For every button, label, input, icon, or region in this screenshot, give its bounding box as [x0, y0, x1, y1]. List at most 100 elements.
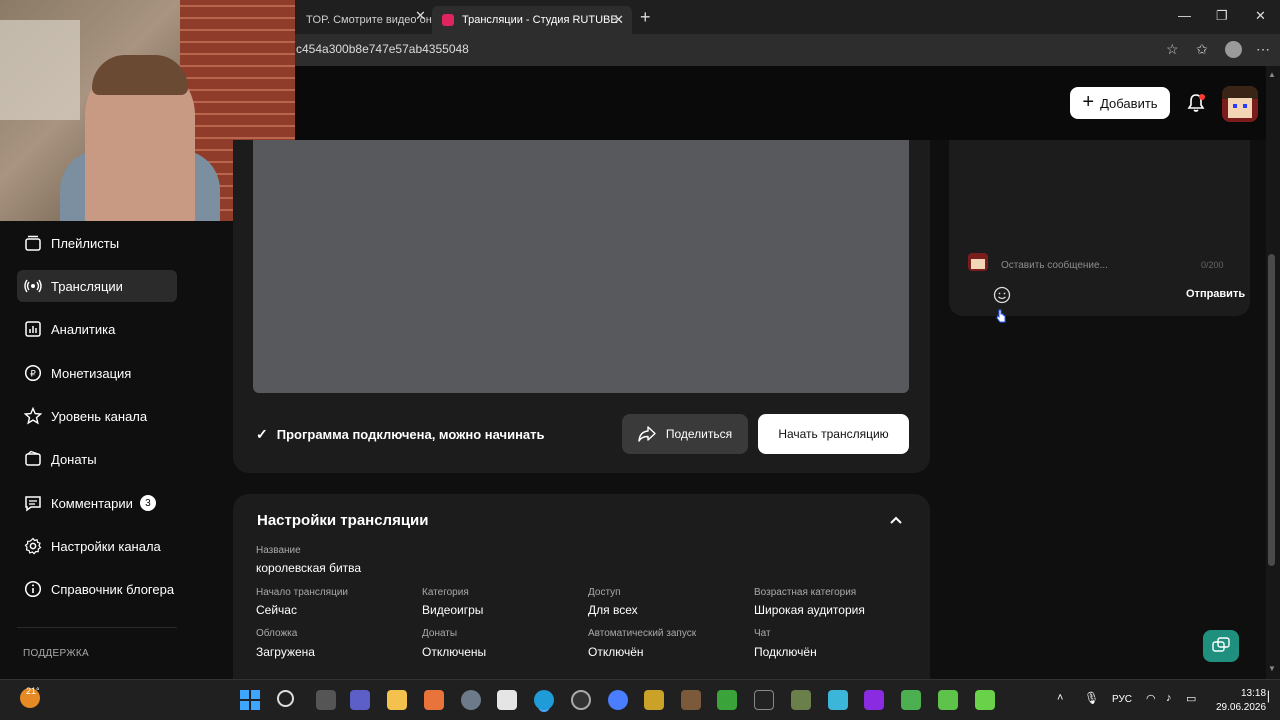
- send-button[interactable]: Отправить: [1186, 288, 1245, 300]
- comment-icon: [23, 493, 43, 513]
- store-icon[interactable]: [497, 690, 517, 710]
- edge-browser-icon[interactable]: [534, 690, 554, 710]
- sidebar-item-channel-level[interactable]: Уровень канала: [17, 400, 177, 432]
- sidebar-item-blogger-guide[interactable]: Справочник блогера: [17, 573, 177, 605]
- more-menu-icon[interactable]: ⋯: [1256, 41, 1270, 58]
- grass-block-icon[interactable]: [975, 690, 995, 710]
- stream-status-text: Программа подключена, можно начинать: [276, 427, 545, 442]
- info-icon: [23, 579, 43, 599]
- minecraft-icon[interactable]: [681, 690, 701, 710]
- sidebar-item-label: Аналитика: [51, 321, 116, 337]
- hand-cursor-icon: [996, 309, 1006, 323]
- field-value: Отключены: [422, 645, 487, 659]
- field-label: Категория: [422, 587, 469, 598]
- chat-bubble-icon: [1212, 637, 1230, 652]
- app-icon[interactable]: [754, 690, 774, 710]
- sidebar-item-label: Комментарии: [51, 495, 133, 511]
- comments-count-badge: 3: [139, 495, 156, 511]
- browser-tab-active[interactable]: Трансляции - Студия RUTUBE ✕: [432, 6, 632, 34]
- app-icon[interactable]: [644, 690, 664, 710]
- share-icon: [638, 426, 656, 442]
- star-icon: [23, 406, 43, 426]
- app-icon[interactable]: [864, 690, 884, 710]
- bookmark-star-icon[interactable]: ☆: [1166, 41, 1179, 58]
- sidebar-item-analytics[interactable]: Аналитика: [17, 313, 177, 345]
- scroll-up-icon[interactable]: ▲: [1268, 70, 1276, 79]
- sidebar-item-label: Донаты: [51, 451, 97, 467]
- user-avatar[interactable]: [1222, 86, 1258, 122]
- gear-icon: [23, 536, 43, 556]
- tab-close-icon[interactable]: ✕: [613, 12, 624, 28]
- support-heading[interactable]: ПОДДЕРЖКА: [23, 648, 89, 659]
- browser-profile-icon[interactable]: [1225, 41, 1242, 58]
- add-button[interactable]: + Добавить: [1070, 87, 1170, 119]
- search-icon[interactable]: [277, 690, 294, 707]
- microphone-icon[interactable]: 🎙: [1084, 691, 1099, 705]
- tab-title: TOP. Смотрите видео он: [306, 14, 432, 26]
- sidebar-item-channel-settings[interactable]: Настройки канала: [17, 530, 177, 562]
- start-stream-button[interactable]: Начать трансляцию: [758, 414, 909, 454]
- sidebar-item-broadcasts[interactable]: Трансляции: [17, 270, 177, 302]
- url-text[interactable]: c454a300b8e747e57ab4355048: [296, 42, 469, 56]
- wifi-icon[interactable]: ◠: [1146, 692, 1156, 705]
- field-value: Загружена: [256, 645, 315, 659]
- emoji-icon[interactable]: [993, 286, 1011, 304]
- sidebar-item-comments[interactable]: Комментарии 3: [17, 487, 177, 519]
- chrome-icon[interactable]: [608, 690, 628, 710]
- obs-icon[interactable]: [571, 690, 591, 710]
- tab-close-icon[interactable]: ✕: [415, 8, 426, 24]
- new-tab-icon[interactable]: +: [640, 7, 651, 28]
- sidebar-item-monetization[interactable]: ₽ Монетизация: [17, 357, 177, 389]
- sidebar-item-label: Уровень канала: [51, 408, 148, 424]
- stream-preview: [253, 140, 909, 393]
- grass-block-icon[interactable]: [938, 690, 958, 710]
- creeper-icon[interactable]: [717, 690, 737, 710]
- chat-char-counter: 0/200: [1201, 260, 1224, 270]
- field-label: Возрастная категория: [754, 587, 857, 598]
- check-icon: ✓: [256, 426, 268, 442]
- window-close-icon[interactable]: ✕: [1255, 8, 1266, 24]
- field-value: Широкая аудитория: [754, 603, 865, 617]
- share-button-label: Поделиться: [665, 427, 733, 441]
- playlist-icon: [23, 233, 43, 253]
- app-icon[interactable]: [791, 690, 811, 710]
- tab-title: Трансляции - Студия RUTUBE: [462, 14, 618, 26]
- volume-icon[interactable]: ♪: [1166, 692, 1172, 704]
- chat-message-input[interactable]: Оставить сообщение...: [1001, 260, 1108, 271]
- chevron-up-icon[interactable]: [888, 512, 904, 528]
- notification-center-icon[interactable]: ▏: [1268, 692, 1276, 703]
- scrollbar-thumb[interactable]: [1268, 254, 1275, 566]
- battery-icon[interactable]: ▭: [1186, 692, 1196, 705]
- file-explorer-icon[interactable]: [387, 690, 407, 710]
- share-button[interactable]: Поделиться: [622, 414, 748, 454]
- chat-user-avatar: [968, 253, 988, 271]
- support-chat-button[interactable]: [1203, 630, 1239, 662]
- sidebar-item-playlists[interactable]: Плейлисты: [17, 227, 177, 259]
- field-value: Подключён: [754, 645, 817, 659]
- settings-app-icon[interactable]: [461, 690, 481, 710]
- settings-title: Настройки трансляции: [257, 512, 429, 529]
- shield-icon[interactable]: [828, 690, 848, 710]
- teams-icon[interactable]: [350, 690, 370, 710]
- stream-status: ✓ Программа подключена, можно начинать: [256, 426, 545, 443]
- clock-time[interactable]: 13:18: [1241, 688, 1266, 699]
- input-language[interactable]: РУС: [1112, 694, 1132, 705]
- sidebar-item-donations[interactable]: Донаты: [17, 443, 177, 475]
- weather-temperature: 21°: [26, 686, 40, 696]
- scroll-down-icon[interactable]: ▼: [1268, 664, 1276, 673]
- field-label: Автоматический запуск: [588, 628, 697, 639]
- field-label-name: Название: [256, 545, 301, 556]
- minimize-icon[interactable]: —: [1178, 8, 1191, 23]
- clock-date[interactable]: 29.06.2026: [1216, 702, 1266, 713]
- add-button-label: Добавить: [1100, 95, 1158, 111]
- rutube-favicon-icon: [442, 14, 454, 26]
- chart-icon: [23, 319, 43, 339]
- tray-chevron-icon[interactable]: ˄: [1057, 692, 1063, 704]
- favorites-icon[interactable]: ✩: [1196, 41, 1208, 58]
- task-view-icon[interactable]: [316, 690, 336, 710]
- grass-block-icon[interactable]: [901, 690, 921, 710]
- maximize-icon[interactable]: ❐: [1216, 8, 1228, 24]
- windows-start-icon[interactable]: [240, 690, 260, 710]
- app-icon[interactable]: [424, 690, 444, 710]
- field-value: Сейчас: [256, 603, 297, 617]
